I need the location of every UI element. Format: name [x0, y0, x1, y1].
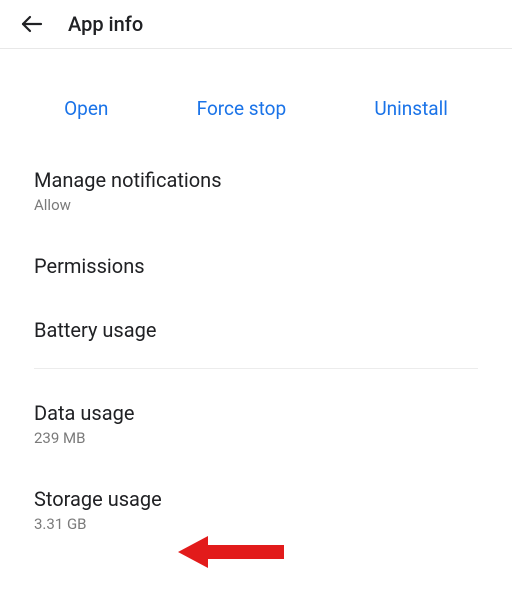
- action-row: Open Force stop Uninstall: [0, 49, 512, 148]
- app-bar: App info: [0, 0, 512, 49]
- item-title: Data usage: [34, 401, 478, 425]
- force-stop-button[interactable]: Force stop: [197, 97, 286, 120]
- storage-usage-item[interactable]: Storage usage 3.31 GB: [34, 467, 478, 553]
- divider: [34, 368, 478, 369]
- open-button[interactable]: Open: [64, 97, 108, 120]
- page-title: App info: [68, 12, 143, 36]
- permissions-item[interactable]: Permissions: [34, 234, 478, 298]
- uninstall-button[interactable]: Uninstall: [374, 97, 448, 120]
- battery-usage-item[interactable]: Battery usage: [34, 298, 478, 362]
- data-usage-item[interactable]: Data usage 239 MB: [34, 381, 478, 467]
- item-subtitle: 239 MB: [34, 429, 478, 447]
- manage-notifications-item[interactable]: Manage notifications Allow: [34, 148, 478, 234]
- back-arrow-icon[interactable]: [20, 12, 44, 36]
- item-subtitle: Allow: [34, 196, 478, 214]
- settings-list: Manage notifications Allow Permissions B…: [0, 148, 512, 553]
- item-title: Permissions: [34, 254, 478, 278]
- item-title: Battery usage: [34, 318, 478, 342]
- item-subtitle: 3.31 GB: [34, 515, 478, 533]
- item-title: Storage usage: [34, 487, 478, 511]
- item-title: Manage notifications: [34, 168, 478, 192]
